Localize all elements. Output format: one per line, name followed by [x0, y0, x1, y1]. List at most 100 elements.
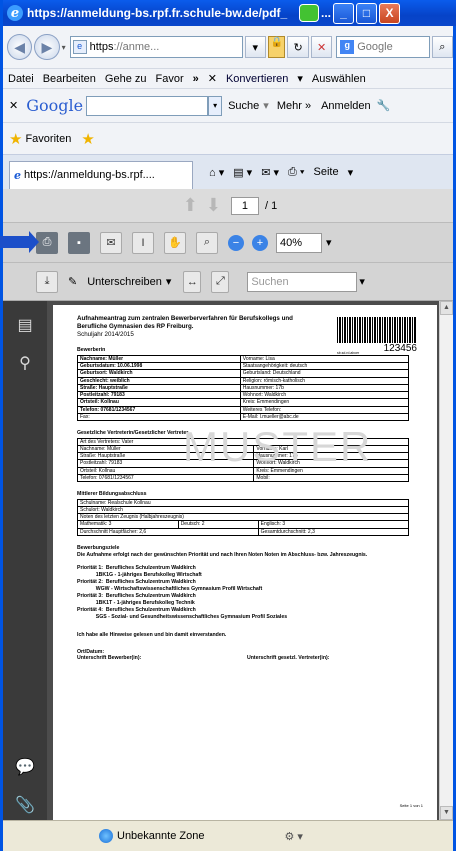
- address-input[interactable]: e https://anme...: [69, 36, 243, 58]
- priority-item: Priorität 4: Berufliches Schulzentrum Wa…: [77, 606, 196, 613]
- page-menu[interactable]: Seite: [314, 166, 339, 178]
- menu-close-icon[interactable]: ✕: [208, 72, 217, 85]
- google-search-input[interactable]: [86, 95, 209, 116]
- table-row: Telefon: 07681/1234567 Mobil:: [76, 473, 409, 483]
- zoom-status[interactable]: ⚙ ▾: [284, 830, 302, 843]
- grade-english: Englisch: 3: [257, 520, 410, 529]
- email-button[interactable]: ✉: [100, 231, 122, 254]
- search-dropdown-arrow[interactable]: ▾: [359, 275, 365, 288]
- address-dropdown-button[interactable]: ▾: [244, 36, 266, 58]
- search-dropdown-icon[interactable]: ▾: [263, 99, 269, 112]
- title-bar: e https://anmeldung-bs.rpf.fr.schule-bw.…: [3, 0, 456, 26]
- menu-edit[interactable]: Bearbeiten: [43, 73, 96, 85]
- binoculars-icon[interactable]: ⚲: [13, 353, 37, 377]
- page-menu-dropdown-icon[interactable]: ▾: [348, 166, 354, 179]
- more-button[interactable]: Mehr »: [277, 100, 311, 112]
- lock-icon[interactable]: 🔒: [267, 36, 286, 58]
- menu-convert[interactable]: Konvertieren: [226, 73, 288, 85]
- pdf-search-input[interactable]: Suchen: [247, 271, 358, 292]
- table-cell: Wohnort: Waldkirch: [239, 390, 410, 400]
- sign-button[interactable]: Unterschreiben: [87, 276, 162, 288]
- table-row: Nachname: Müller Vorname: Karl: [76, 444, 409, 454]
- page-total: / 1: [264, 199, 278, 212]
- document-area[interactable]: Aufnahmeantrag zum zentralen Bewerberver…: [47, 301, 439, 820]
- pages-icon[interactable]: ▤: [13, 315, 37, 339]
- menu-goto[interactable]: Gehe zu: [105, 73, 147, 85]
- refresh-button[interactable]: ↻: [287, 36, 309, 58]
- home-icon[interactable]: ⌂ ▾: [209, 166, 224, 179]
- print-button[interactable]: ⎙: [36, 231, 58, 254]
- pen-icon[interactable]: ✎: [68, 275, 77, 288]
- pdf-sidebar: ▤ ⚲ 💬 📎: [3, 301, 47, 820]
- table-cell: Geburtsland: Deutschland: [239, 369, 410, 378]
- guardian-title: Gesetzliche Vertreterin/Gesetzlicher Ver…: [77, 430, 189, 436]
- priority-item: Priorität 3: Berufliches Schulzentrum Wa…: [77, 592, 196, 599]
- wrench-icon[interactable]: 🔧: [377, 99, 391, 112]
- priority-list: Priorität 1: Berufliches Schulzentrum Wa…: [77, 565, 427, 621]
- select-tool-button[interactable]: I: [132, 231, 154, 254]
- menu-convert-dropdown[interactable]: ▾: [297, 72, 303, 85]
- next-page-icon[interactable]: ⬇: [206, 195, 221, 216]
- minimize-button[interactable]: _: [333, 2, 355, 24]
- scroll-up-icon[interactable]: ▲: [440, 301, 453, 315]
- tab-active[interactable]: e https://anmeldung-bs.rpf....: [9, 160, 193, 189]
- google-search-button[interactable]: Suche: [228, 100, 259, 112]
- close-button[interactable]: X: [379, 2, 401, 24]
- pdf-page: Aufnahmeantrag zum zentralen Bewerberver…: [53, 305, 437, 820]
- zoom-out-button[interactable]: −: [228, 234, 244, 251]
- google-toolbar: ✕ Google ▾ Suche ▾ Mehr » Anmelden 🔧: [3, 88, 453, 122]
- stop-button[interactable]: ✕: [310, 36, 333, 58]
- menu-file[interactable]: Datei: [8, 73, 34, 85]
- table-row: Postleitzahl: 79183 Wohnort: Waldkirch: [77, 390, 410, 400]
- mail-icon[interactable]: ✉ ▾: [261, 166, 279, 179]
- signin-button[interactable]: Anmelden: [321, 100, 371, 112]
- ie-logo-icon: e: [7, 5, 23, 21]
- table-cell: Postleitzahl: 79183: [76, 459, 255, 468]
- fit-width-button[interactable]: ↔: [183, 270, 202, 293]
- page-number-input[interactable]: 1: [230, 196, 259, 215]
- fit-page-button[interactable]: ⤢: [211, 270, 230, 293]
- zoom-dropdown-icon[interactable]: ▾: [326, 236, 332, 249]
- table-cell: Telefon: 07681/1234567: [76, 473, 255, 483]
- priority-item: SGS - Sozial- und Gesundheitswissenschaf…: [77, 613, 288, 620]
- priority-item: 1BK1G - 1-jähriges Berufskolleg Wirtscha…: [77, 571, 202, 578]
- feeds-icon[interactable]: ▤ ▾: [233, 166, 252, 179]
- zoom-tool-button[interactable]: ⌕: [196, 231, 218, 254]
- table-cell: Mobil:: [253, 473, 409, 483]
- create-pdf-button[interactable]: ⤓: [36, 270, 58, 293]
- zoom-in-button[interactable]: +: [252, 234, 268, 251]
- priority-item: 1BK1T - 1-jähriges Berufskolleg Technik: [77, 599, 195, 606]
- prev-page-icon[interactable]: ⬆: [183, 195, 198, 216]
- menu-overflow[interactable]: »: [193, 73, 199, 85]
- table-cell: Fax:: [77, 412, 241, 422]
- history-dropdown-icon[interactable]: ▾: [62, 43, 66, 52]
- page-number: Seite 1 von 1: [399, 803, 423, 808]
- add-favorite-icon[interactable]: ★: [81, 130, 94, 148]
- table-row: Postleitzahl: 79183 Wohnort: Waldkirch: [76, 459, 409, 468]
- window-title: https://anmeldung-bs.rpf.fr.schule-bw.de…: [27, 6, 288, 20]
- status-bar: Unbekannte Zone ⚙ ▾: [3, 820, 453, 851]
- save-button[interactable]: ▪: [68, 231, 90, 254]
- attachment-icon[interactable]: 📎: [13, 795, 37, 819]
- back-button[interactable]: ◀: [7, 34, 33, 60]
- doc-year: Schuljahr 2014/2015: [77, 330, 134, 338]
- favorites-button[interactable]: Favoriten: [25, 133, 71, 145]
- sign-dropdown-icon[interactable]: ▾: [166, 275, 172, 288]
- hand-tool-button[interactable]: ✋: [164, 231, 186, 254]
- print-icon[interactable]: ⎙ ▾: [288, 166, 304, 179]
- search-box[interactable]: g Google: [336, 36, 430, 58]
- toolbar-close-icon[interactable]: ✕: [9, 99, 18, 112]
- maximize-button[interactable]: □: [356, 2, 378, 24]
- doc-title: Aufnahmeantrag zum zentralen Bewerberver…: [77, 315, 293, 330]
- table-row: Nachname: Müller Vorname: Lisa: [77, 354, 410, 364]
- vertical-scrollbar[interactable]: ▲ ▼: [439, 301, 453, 820]
- menu-select[interactable]: Auswählen: [312, 73, 366, 85]
- comment-icon[interactable]: 💬: [13, 757, 37, 781]
- scroll-down-icon[interactable]: ▼: [440, 806, 453, 820]
- table-row: Geburtsort: Waldkirch Geburtsland: Deutsc…: [77, 369, 410, 378]
- zoom-input[interactable]: 40%: [276, 232, 322, 253]
- search-go-button[interactable]: ⌕: [431, 36, 453, 58]
- forward-button[interactable]: ▶: [34, 34, 60, 60]
- menu-favorites[interactable]: Favor: [156, 73, 184, 85]
- google-search-dropdown[interactable]: ▾: [208, 95, 223, 116]
